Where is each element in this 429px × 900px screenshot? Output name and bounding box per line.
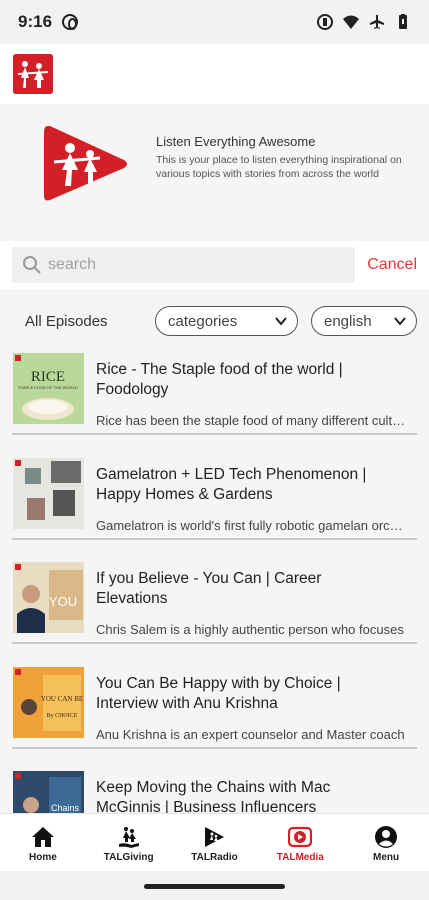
app-header [0,44,429,104]
episode-title: Gamelatron + LED Tech Phenomenon | Happy… [96,466,367,503]
thumb-title: YOU [49,594,77,609]
episode-title: Keep Moving the Chains with Mac McGinnis… [96,779,331,813]
chevron-down-icon [394,317,406,326]
episode-title: Rice - The Staple food of the world | Fo… [96,361,343,398]
status-bar: 9:16 [0,0,429,44]
nav-label: TALRadio [191,852,238,863]
episode-item[interactable]: Gamelatron + LED Tech Phenomenon | Happy… [0,452,429,556]
account-circle-icon [375,826,398,848]
episode-description: Anu Krishna is an expert counselor and M… [96,727,405,742]
radio-icon [205,827,225,847]
hero-description: This is your place to listen everything … [156,154,402,180]
app-logo-icon[interactable] [13,54,53,94]
vibrate-icon [317,14,333,30]
status-time: 9:16 [18,12,53,31]
divider [12,642,417,644]
cancel-button[interactable]: Cancel [367,256,417,274]
episodes-content: All Episodes categories english RICE STA… [0,289,429,813]
nav-talgiving[interactable]: TALGiving [86,814,172,871]
episode-thumbnail[interactable]: Chains [13,771,84,813]
language-dropdown[interactable]: english [311,306,417,336]
all-episodes-heading: All Episodes [25,313,108,330]
episode-description: Chris Salem is a highly authentic person… [96,622,404,637]
episode-title: If you Believe - You Can | Career Elevat… [96,570,322,607]
gesture-bar [0,871,429,900]
episode-description: Gamelatron is world's first fully roboti… [96,518,406,533]
category-selected-value: categories [168,312,238,330]
search-input[interactable] [48,256,338,274]
giving-hand-icon [118,827,139,848]
search-icon [23,256,41,274]
nav-talradio[interactable]: TALRadio [172,814,258,871]
thumb-title: RICE [31,369,65,385]
divider [12,747,417,749]
nav-label: TALMedia [276,852,324,863]
episode-description: Rice has been the staple food of many di… [96,413,406,428]
nav-menu[interactable]: Menu [343,814,429,871]
wifi-icon [343,15,359,29]
episode-item[interactable]: YOU If you Believe - You Can | Career El… [0,556,429,660]
nav-label: TALGiving [103,852,154,863]
hero-title: Listen Everything Awesome [156,134,316,149]
thumb-title: Chains [51,803,80,813]
thumb-title: YOU CAN BE [41,695,83,703]
sync-icon [62,14,79,30]
episode-item[interactable]: YOU CAN BE By CHOICE You Can Be Happy wi… [0,661,429,765]
media-play-icon [288,826,313,848]
hero-banner: Listen Everything Awesome This is your p… [0,104,429,241]
status-icons [317,14,411,30]
svg-text:By CHOICE: By CHOICE [47,713,78,719]
category-dropdown[interactable]: categories [155,306,298,336]
episode-thumbnail[interactable]: YOU CAN BE By CHOICE [13,667,84,738]
filter-row: All Episodes categories english [0,305,429,339]
home-icon [31,827,54,847]
home-gesture-handle[interactable] [144,884,285,889]
nav-home[interactable]: Home [0,814,86,871]
svg-text:STAPLE FOOD OF THE WORLD: STAPLE FOOD OF THE WORLD [18,385,78,390]
nav-talmedia[interactable]: TALMedia [257,814,343,871]
nav-label: Menu [373,852,400,863]
airplane-icon [370,15,384,29]
language-selected-value: english [324,312,372,330]
divider [12,433,417,435]
episode-title: You Can Be Happy with by Choice | Interv… [96,675,341,712]
episode-thumbnail[interactable] [13,458,84,529]
bottom-navigation: Home TALGiving TALRadio TALMedia Menu [0,813,429,871]
search-box[interactable] [12,247,355,283]
talmedia-play-logo-icon [44,126,127,201]
episode-thumbnail[interactable]: RICE STAPLE FOOD OF THE WORLD [13,353,84,424]
episode-item[interactable]: RICE STAPLE FOOD OF THE WORLD Rice - The… [0,347,429,451]
episode-item[interactable]: Chains Keep Moving the Chains with Mac M… [0,765,429,813]
search-row: Cancel [0,241,429,289]
divider [12,538,417,540]
battery-icon [399,14,407,29]
nav-label: Home [29,852,57,863]
episode-thumbnail[interactable]: YOU [13,562,84,633]
chevron-down-icon [275,317,287,326]
